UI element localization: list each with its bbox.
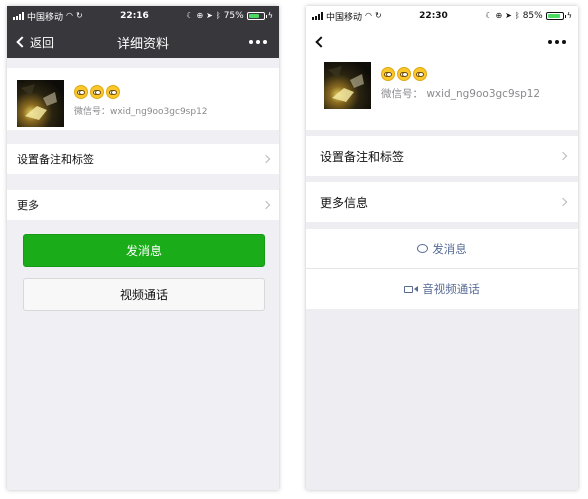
location-icon: ➤: [206, 11, 213, 20]
chevron-left-icon: [315, 36, 327, 48]
more-options-button[interactable]: [245, 36, 271, 48]
signal-icon: [13, 12, 24, 20]
wechat-id: 微信号：wxid_ng9oo3gc9sp12: [74, 107, 208, 117]
bluetooth-icon: ᛒ: [215, 11, 221, 20]
more-dot-icon: [555, 40, 559, 44]
av-call-label: 音视频通话: [422, 282, 480, 296]
remark-and-tags-cell[interactable]: 设置备注和标签: [7, 144, 279, 174]
send-message-button[interactable]: 发消息: [23, 234, 265, 267]
lock-rotation-icon: ⊕: [495, 11, 503, 20]
charging-icon: ϟ: [566, 11, 572, 20]
rolling-eyes-emoji-icon: [90, 85, 104, 99]
phone-screen-old: 中国移动 ◠ ↻ 22:16 ☾ ⊕ ➤ ᛒ 75% ϟ 返回 详细资料 微信号…: [7, 6, 279, 490]
more-label: 更多: [17, 199, 39, 212]
more-options-button[interactable]: [544, 36, 570, 48]
battery-percent: 85%: [522, 11, 543, 21]
send-message-action[interactable]: 发消息: [306, 229, 578, 269]
nav-bar: 返回 详细资料: [7, 26, 279, 58]
back-button[interactable]: 返回: [15, 34, 54, 51]
moon-icon: ☾: [186, 11, 194, 20]
profile-card[interactable]: 微信号： wxid_ng9oo3gc9sp12: [306, 58, 578, 130]
remark-and-tags-label: 设置备注和标签: [320, 149, 405, 164]
carrier-label: 中国移动: [326, 12, 363, 23]
battery-icon: [246, 12, 267, 20]
av-call-action[interactable]: 音视频通话: [306, 269, 578, 309]
chevron-right-icon: [261, 154, 271, 164]
chevron-right-icon: [261, 200, 271, 210]
bluetooth-icon: ᛒ: [514, 11, 520, 20]
battery-percent: 75%: [223, 11, 244, 21]
sync-icon: ↻: [76, 11, 83, 20]
nickname-emoji: [381, 67, 540, 81]
more-info-label: 更多信息: [320, 195, 369, 210]
clock: 22:30: [419, 11, 448, 21]
location-icon: ➤: [505, 11, 512, 20]
avatar[interactable]: [324, 62, 371, 109]
rolling-eyes-emoji-icon: [381, 67, 395, 81]
remark-and-tags-cell[interactable]: 设置备注和标签: [306, 136, 578, 176]
carrier-label: 中国移动: [27, 12, 64, 23]
more-dot-icon: [562, 40, 566, 44]
rolling-eyes-emoji-icon: [397, 67, 411, 81]
sync-icon: ↻: [375, 11, 382, 20]
remark-and-tags-label: 设置备注和标签: [17, 153, 94, 166]
more-cell[interactable]: 更多: [7, 190, 279, 220]
phone-screen-new: 中国移动 ◠ ↻ 22:30 ☾ ⊕ ➤ ᛒ 85% ϟ 微信号： wxid_n…: [306, 6, 578, 490]
back-label: 返回: [30, 35, 55, 50]
rolling-eyes-emoji-icon: [74, 85, 88, 99]
signal-icon: [312, 12, 323, 20]
more-dot-icon: [548, 40, 552, 44]
send-message-label: 发消息: [432, 241, 467, 256]
clock: 22:16: [120, 11, 149, 21]
nav-bar: [306, 26, 578, 58]
chevron-right-icon: [558, 197, 568, 207]
wifi-icon: ◠: [365, 11, 372, 20]
more-dot-icon: [263, 40, 267, 44]
rolling-eyes-emoji-icon: [413, 67, 427, 81]
video-camera-icon: [404, 285, 419, 293]
battery-icon: [545, 12, 566, 20]
chat-bubble-icon: [417, 244, 429, 253]
status-bar: 中国移动 ◠ ↻ 22:30 ☾ ⊕ ➤ ᛒ 85% ϟ: [306, 6, 578, 26]
wifi-icon: ◠: [66, 11, 73, 20]
rolling-eyes-emoji-icon: [106, 85, 120, 99]
avatar[interactable]: [17, 80, 64, 127]
lock-rotation-icon: ⊕: [196, 11, 204, 20]
more-info-cell[interactable]: 更多信息: [306, 182, 578, 222]
wechat-id: 微信号： wxid_ng9oo3gc9sp12: [381, 88, 541, 100]
chevron-right-icon: [558, 151, 568, 161]
status-bar: 中国移动 ◠ ↻ 22:16 ☾ ⊕ ➤ ᛒ 75% ϟ: [7, 6, 279, 26]
more-dot-icon: [256, 40, 260, 44]
chevron-left-icon: [16, 36, 28, 48]
profile-card[interactable]: 微信号：wxid_ng9oo3gc9sp12: [7, 68, 279, 130]
moon-icon: ☾: [485, 11, 493, 20]
back-button[interactable]: [314, 36, 327, 48]
charging-icon: ϟ: [267, 11, 273, 20]
video-call-button[interactable]: 视频通话: [23, 278, 265, 311]
more-dot-icon: [249, 40, 253, 44]
nickname-emoji: [74, 85, 208, 99]
